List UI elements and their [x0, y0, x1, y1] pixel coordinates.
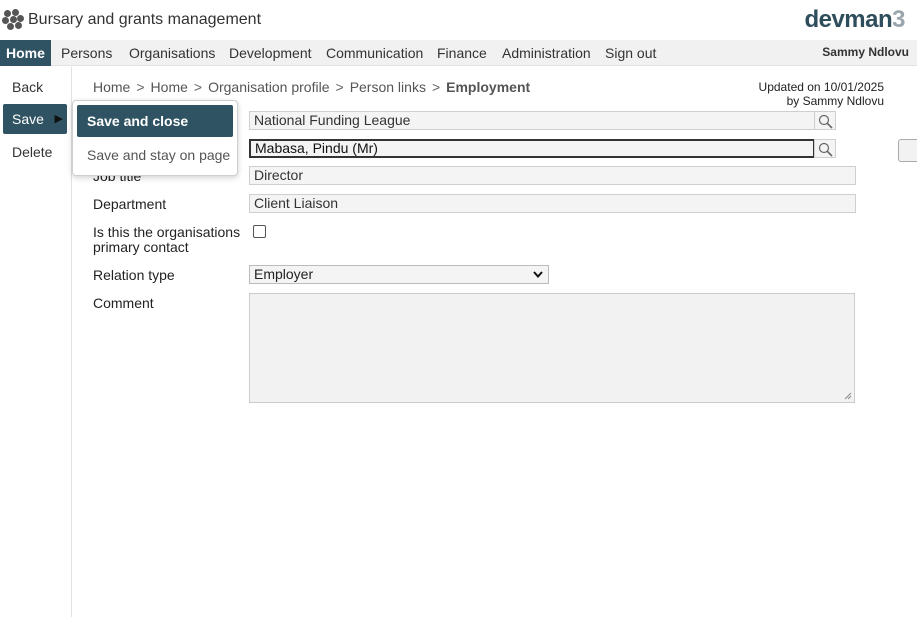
organisation-field[interactable]: National Funding League [249, 111, 815, 130]
save-menu: Save and close Save and stay on page [72, 100, 238, 176]
nav-item-communication[interactable]: Communication [320, 40, 429, 66]
breadcrumb-separator: > [193, 79, 203, 95]
organisation-lookup-button[interactable] [814, 111, 836, 130]
updated-info: Updated on 10/01/2025 by Sammy Ndlovu [759, 80, 884, 108]
chevron-down-icon [533, 271, 543, 279]
person-lookup-button[interactable] [814, 139, 836, 158]
primary-contact-label-line2: primary contact [93, 239, 189, 255]
breadcrumb-separator: > [136, 79, 145, 95]
relation-type-value: Employer [254, 266, 314, 282]
brand-number: 3 [892, 6, 905, 33]
nav-item-finance[interactable]: Finance [431, 40, 493, 66]
dots-logo-icon [2, 9, 24, 31]
breadcrumb-person-links[interactable]: Person links [350, 79, 426, 95]
department-field[interactable]: Client Liaison [249, 194, 856, 213]
nav-item-organisations[interactable]: Organisations [123, 40, 221, 66]
delete-button[interactable]: Delete [3, 137, 67, 167]
action-sidebar: Back Save ▶ Delete [0, 67, 72, 617]
resize-grip-icon[interactable] [844, 392, 852, 400]
user-name: Sammy Ndlovu [822, 45, 909, 59]
side-action-button[interactable] [898, 139, 917, 162]
breadcrumb: Home > Home > Organisation profile > Person li… [93, 79, 530, 95]
app-title: Bursary and grants management [28, 11, 262, 28]
breadcrumb-home-1[interactable]: Home [93, 79, 130, 95]
nav-item-sign-out[interactable]: Sign out [599, 40, 662, 66]
breadcrumb-current: Employment [446, 79, 531, 95]
back-button[interactable]: Back [3, 72, 67, 102]
search-icon [818, 142, 833, 157]
comment-label: Comment [93, 295, 154, 311]
save-button[interactable]: Save ▶ [3, 104, 67, 134]
updated-date: Updated on 10/01/2025 [758, 80, 884, 94]
comment-textarea[interactable] [249, 293, 855, 403]
relation-type-label: Relation type [93, 267, 175, 283]
app-header: Bursary and grants management devman3 [0, 0, 917, 40]
save-and-stay-option[interactable]: Save and stay on page [77, 139, 233, 171]
primary-contact-checkbox[interactable] [253, 225, 266, 238]
save-button-label: Save [12, 111, 44, 127]
brand-logo: devman3 [804, 6, 905, 34]
nav-item-development[interactable]: Development [223, 40, 318, 66]
breadcrumb-separator: > [335, 79, 344, 95]
search-icon [818, 114, 833, 129]
caret-right-icon: ▶ [54, 113, 63, 125]
person-field[interactable]: Mabasa, Pindu (Mr) [249, 139, 815, 158]
department-label: Department [93, 196, 167, 212]
updated-by: by Sammy Ndlovu [786, 94, 884, 108]
nav-item-home[interactable]: Home [0, 40, 51, 66]
primary-contact-label-line1: Is this the organisations [93, 224, 241, 240]
top-nav: Home Persons Organisations Development C… [0, 40, 917, 66]
breadcrumb-organisation-profile[interactable]: Organisation profile [208, 79, 329, 95]
breadcrumb-separator: > [431, 79, 441, 95]
job-title-field[interactable]: Director [249, 166, 856, 185]
primary-contact-label: Is this the organisations primary contac… [93, 225, 240, 255]
nav-item-persons[interactable]: Persons [55, 40, 118, 66]
save-and-close-option[interactable]: Save and close [77, 105, 233, 137]
breadcrumb-home-2[interactable]: Home [151, 79, 188, 95]
nav-item-administration[interactable]: Administration [496, 40, 597, 66]
brand-text: devman [804, 6, 893, 33]
relation-type-select[interactable]: Employer [249, 265, 549, 284]
